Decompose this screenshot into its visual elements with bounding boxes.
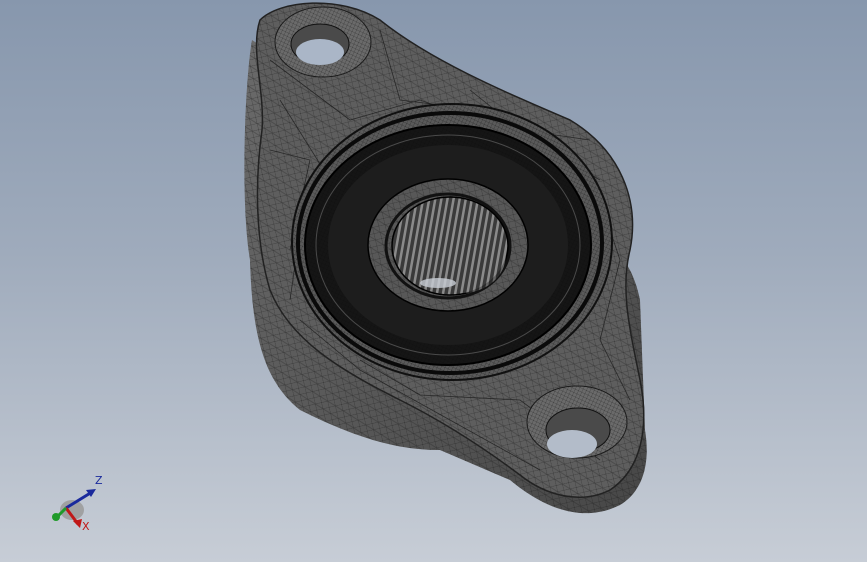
x-axis-label: X [82,520,90,533]
graphics-viewport[interactable]: Z X [0,0,867,562]
z-axis-label: Z [95,474,103,487]
bearing-bore[interactable] [391,196,509,296]
flange-bearing-model[interactable] [0,0,867,562]
axis-triad: Z X [52,474,103,533]
y-axis-head [52,513,60,521]
mounting-hole-top[interactable] [274,6,372,78]
mounting-hole-bottom[interactable] [526,385,628,459]
